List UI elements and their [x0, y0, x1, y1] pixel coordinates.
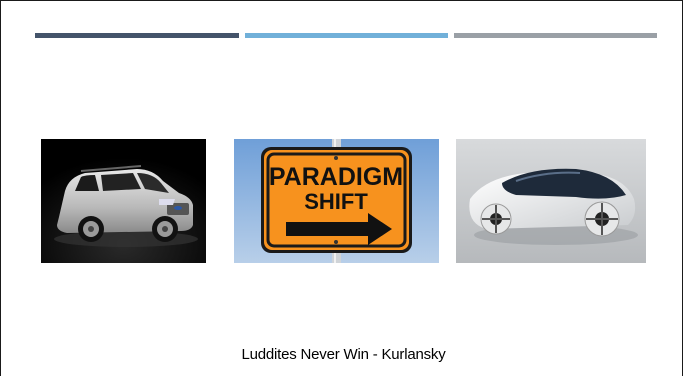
suv-photo [41, 139, 206, 263]
road-sign-image: PARADIGM SHIFT [234, 139, 439, 263]
concept-car-photo [456, 139, 646, 263]
paradigm-shift-sign: PARADIGM SHIFT [234, 139, 439, 263]
sign-line-2: SHIFT [304, 189, 368, 214]
accent-bar-gray [454, 33, 657, 38]
slide: PARADIGM SHIFT Luddites Never Win - Kurl… [0, 0, 683, 376]
concept-car-image [456, 139, 646, 263]
accent-bar-dark [35, 33, 239, 38]
slide-caption: Luddites Never Win - Kurlansky [241, 346, 446, 363]
sign-line-1: PARADIGM [269, 163, 403, 191]
accent-bar-blue [245, 33, 448, 38]
suv-car-image [41, 139, 206, 263]
